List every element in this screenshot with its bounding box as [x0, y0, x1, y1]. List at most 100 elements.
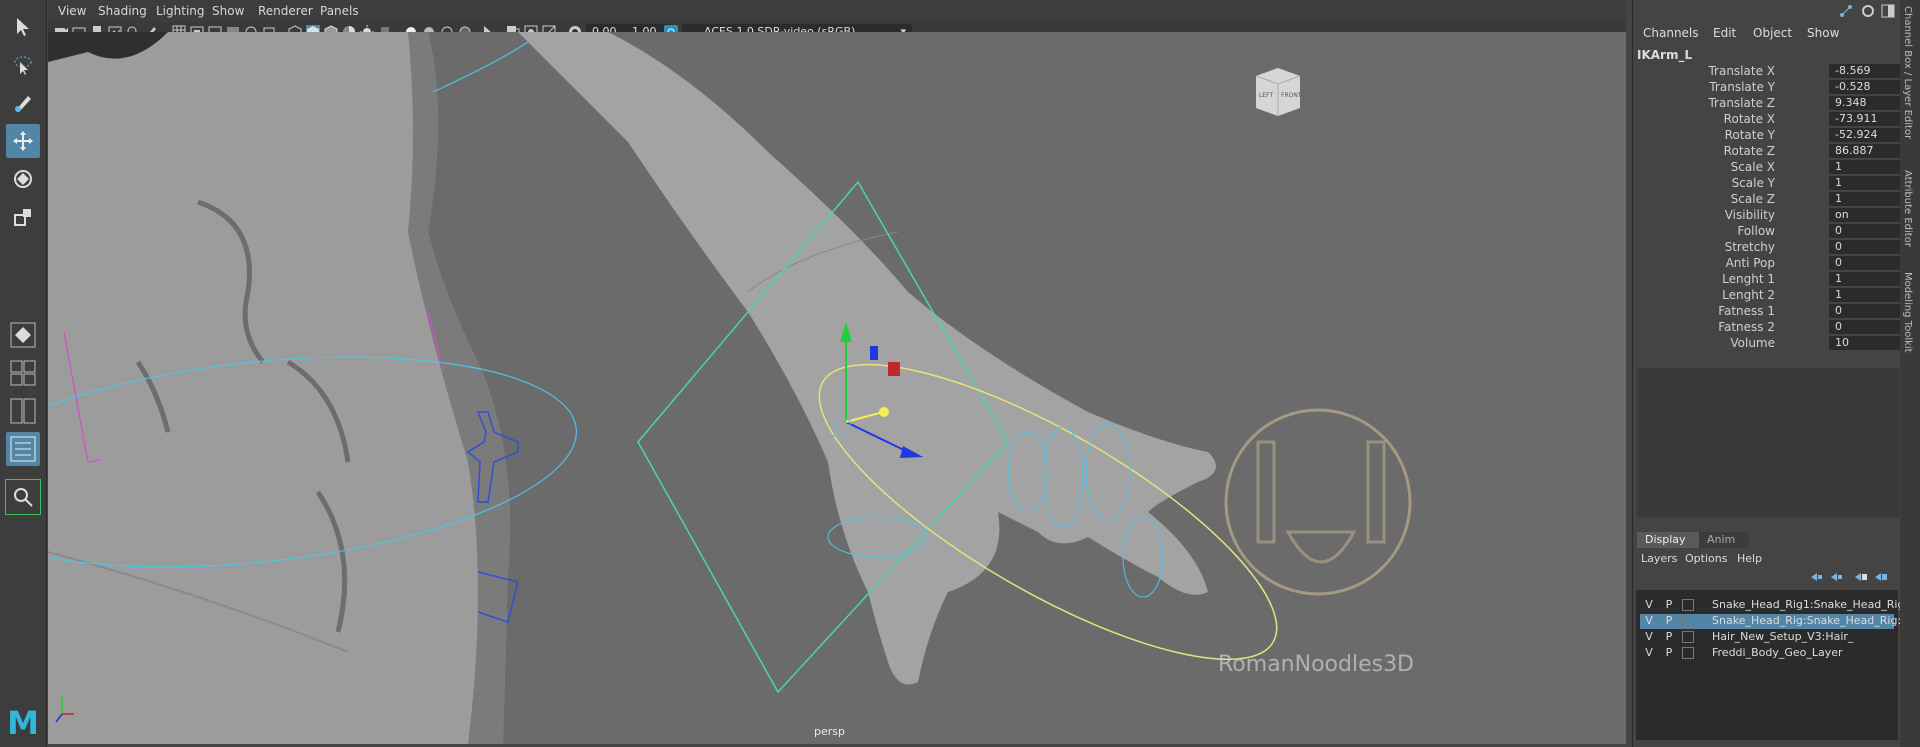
new-layer-icon[interactable]: [1853, 572, 1867, 582]
tab-modeling-toolkit[interactable]: Modeling Toolkit: [1902, 272, 1913, 353]
attribute-list: Translate X -8.569 Translate Y -0.528 Transl…: [1633, 64, 1920, 354]
new-layer-selected-icon[interactable]: [1873, 572, 1887, 582]
cb-menu-show[interactable]: Show: [1807, 26, 1839, 40]
manip-plane-z[interactable]: [870, 346, 878, 360]
attribute-row[interactable]: Rotate Y -52.924: [1633, 128, 1920, 143]
attribute-row[interactable]: Scale X1: [1633, 160, 1920, 175]
layer-row[interactable]: V P Hair_New_Setup_V3:Hair_: [1640, 630, 1894, 645]
layer-playback-toggle[interactable]: P: [1662, 646, 1676, 659]
settings-icon[interactable]: [1861, 4, 1875, 18]
watermark-pillar-left: [1256, 440, 1276, 544]
layer-name: Snake_Head_Rig1:Snake_Head_Rig:: [1712, 598, 1909, 611]
attribute-label: Volume: [1730, 336, 1775, 350]
attribute-row[interactable]: Volume 10: [1633, 336, 1920, 351]
attribute-row[interactable]: Translate X -8.569: [1633, 64, 1920, 79]
four-view-layout-icon[interactable]: [6, 356, 40, 390]
layer-playback-toggle[interactable]: P: [1662, 598, 1676, 611]
layer-playback-toggle[interactable]: P: [1662, 614, 1676, 627]
cb-menu-channels[interactable]: Channels: [1643, 26, 1699, 40]
attribute-label: Scale Y: [1731, 176, 1775, 190]
layer-display-type-toggle[interactable]: [1682, 615, 1694, 627]
attribute-network-icon[interactable]: [1839, 4, 1853, 18]
tool-box: M: [0, 0, 47, 747]
cb-menu-object[interactable]: Object: [1753, 26, 1792, 40]
outliner-layout-icon[interactable]: [6, 432, 40, 466]
attribute-label: Translate Z: [1708, 96, 1775, 110]
lasso-tool-icon[interactable]: [6, 48, 40, 82]
attribute-row[interactable]: Visibility on: [1633, 208, 1920, 223]
layer-visibility-toggle[interactable]: V: [1642, 598, 1656, 611]
tab-attribute-editor[interactable]: Attribute Editor: [1902, 170, 1913, 247]
tab-display[interactable]: Display: [1637, 532, 1699, 548]
layer-name: Freddi_Body_Geo_Layer: [1712, 646, 1843, 659]
menu-shading[interactable]: Shading: [98, 4, 147, 18]
attribute-row[interactable]: Translate Z 9.348: [1633, 96, 1920, 111]
attribute-label: Follow: [1737, 224, 1775, 238]
view-cube-left-label: LEFT: [1259, 92, 1274, 99]
attribute-row[interactable]: Fatness 10: [1633, 304, 1920, 319]
attribute-row[interactable]: Fatness 20: [1633, 320, 1920, 335]
move-layer-up-icon[interactable]: [1809, 572, 1823, 582]
tab-anim[interactable]: Anim: [1699, 532, 1749, 548]
watermark-pillar-right: [1366, 440, 1386, 544]
menu-show[interactable]: Show: [212, 4, 244, 18]
menu-panels[interactable]: Panels: [320, 4, 359, 18]
attribute-row[interactable]: Lenght 11: [1633, 272, 1920, 287]
attribute-label: Lenght 2: [1722, 288, 1775, 302]
attribute-label: Translate X: [1708, 64, 1775, 78]
attribute-row[interactable]: Follow 0: [1633, 224, 1920, 239]
single-perspective-layout-icon[interactable]: [6, 318, 40, 352]
paint-select-tool-icon[interactable]: [6, 86, 40, 120]
search-icon[interactable]: [5, 479, 41, 515]
attribute-row[interactable]: Anti Pop 0: [1633, 256, 1920, 271]
attribute-row[interactable]: Scale Y1: [1633, 176, 1920, 191]
menu-view[interactable]: View: [58, 4, 86, 18]
two-view-layout-icon[interactable]: [6, 394, 40, 428]
layer-menu-layers[interactable]: Layers: [1641, 552, 1677, 565]
attribute-row[interactable]: Rotate X -73.911: [1633, 112, 1920, 127]
view-cube[interactable]: LEFT FRONT: [1250, 64, 1306, 120]
viewport-persp[interactable]: RomanNoodles3D LEFT FRONT persp: [48, 32, 1626, 744]
layer-visibility-toggle[interactable]: V: [1642, 646, 1656, 659]
layer-row[interactable]: V P Snake_Head_Rig1:Snake_Head_Rig:: [1640, 598, 1908, 613]
attribute-row[interactable]: Stretchy 0: [1633, 240, 1920, 255]
rotate-tool-icon[interactable]: [6, 162, 40, 196]
scale-tool-icon[interactable]: [6, 200, 40, 234]
manip-plane-x[interactable]: [888, 362, 900, 376]
attribute-label: Visibility: [1724, 208, 1775, 222]
move-tool-icon[interactable]: [6, 124, 40, 158]
layer-display-type-toggle[interactable]: [1682, 599, 1694, 611]
tab-display-label: Display: [1645, 533, 1686, 546]
layer-row[interactable]: V P Freddi_Body_Geo_Layer: [1640, 646, 1894, 661]
menu-lighting[interactable]: Lighting: [156, 4, 205, 18]
attribute-row[interactable]: Rotate Z 86.887: [1633, 144, 1920, 159]
layer-menu-options[interactable]: Options: [1685, 552, 1727, 565]
layer-visibility-toggle[interactable]: V: [1642, 614, 1656, 627]
manip-x-handle[interactable]: [879, 407, 889, 417]
watermark-logo: [1224, 408, 1412, 596]
attribute-row[interactable]: Lenght 21: [1633, 288, 1920, 303]
layer-display-type-toggle[interactable]: [1682, 631, 1694, 643]
layer-playback-toggle[interactable]: P: [1662, 630, 1676, 643]
empty-panel-area: [1637, 368, 1899, 518]
layer-row[interactable]: V P Snake_Head_Rig:Snake_Head_Rig:: [1640, 614, 1901, 629]
attribute-row[interactable]: Translate Y -0.528: [1633, 80, 1920, 95]
move-layer-down-icon[interactable]: [1829, 572, 1843, 582]
viewport-menu-bar: View Shading Lighting Show Renderer Pane…: [48, 0, 1626, 22]
layer-visibility-toggle[interactable]: V: [1642, 630, 1656, 643]
attribute-label: Lenght 1: [1722, 272, 1775, 286]
attribute-label: Scale X: [1730, 160, 1775, 174]
side-tab-strip: Channel Box / Layer Editor Attribute Edi…: [1900, 0, 1920, 747]
spine-control-curve[interactable]: [432, 41, 529, 93]
attribute-row[interactable]: Scale Z1: [1633, 192, 1920, 207]
select-tool-icon[interactable]: [6, 10, 40, 44]
menu-renderer[interactable]: Renderer: [258, 4, 313, 18]
panel-toggle-icon[interactable]: [1881, 4, 1895, 18]
layer-menu-help[interactable]: Help: [1737, 552, 1762, 565]
cb-menu-edit[interactable]: Edit: [1713, 26, 1736, 40]
tab-channel-box-layer-editor[interactable]: Channel Box / Layer Editor: [1902, 6, 1913, 139]
watermark-text: RomanNoodles3D: [1218, 652, 1415, 677]
tab-anim-label: Anim: [1707, 533, 1736, 546]
attribute-label: Translate Y: [1709, 80, 1775, 94]
layer-display-type-toggle[interactable]: [1682, 647, 1694, 659]
